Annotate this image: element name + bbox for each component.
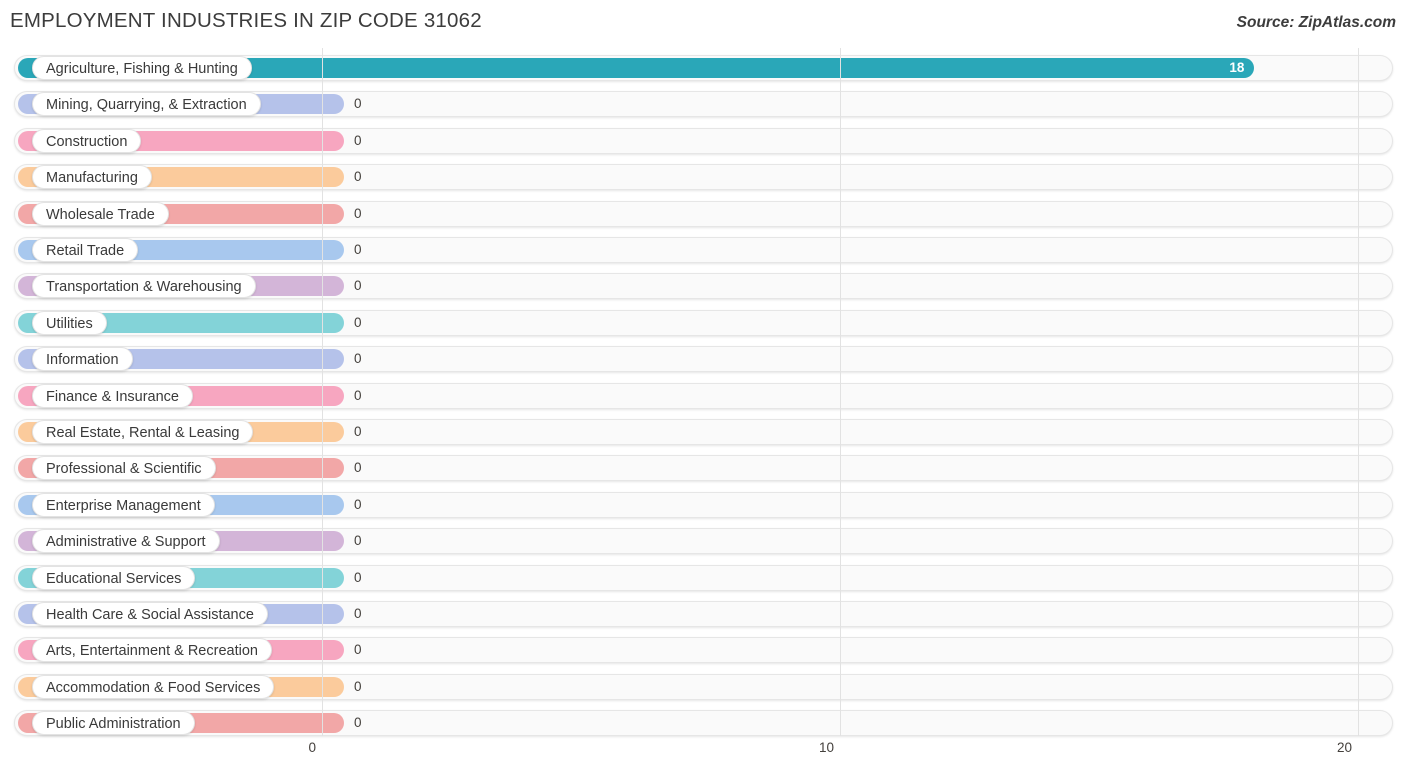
bar-value-label: 0 [354,278,362,294]
bar-value-label: 0 [354,496,362,512]
bar-value-label: 0 [354,569,362,585]
chart-row[interactable]: 0 Mining, Quarrying, & Extraction [14,91,1393,118]
chart-row[interactable]: 0 Professional & Scientific [14,455,1393,482]
bar-value-label: 0 [354,424,362,439]
category-label[interactable]: Arts, Entertainment & Recreation [32,638,272,663]
chart-row[interactable]: 0 Administrative & Support [14,528,1393,555]
category-label[interactable]: Mining, Quarrying, & Extraction [32,92,261,117]
category-label[interactable]: Agriculture, Fishing & Hunting [32,56,252,80]
bar-value-label: 0 [354,242,362,257]
x-axis-tick-label: 10 [818,740,834,755]
chart-row[interactable]: 0 Utilities [14,309,1393,336]
x-axis-tick-label: 20 [1336,740,1352,755]
category-label[interactable]: Real Estate, Rental & Leasing [32,420,254,444]
bar-value-label: 0 [354,169,362,185]
chart-row[interactable]: 0 Wholesale Trade [14,200,1393,227]
bar-value-label: 0 [354,351,362,367]
chart-row[interactable]: 18 Agriculture, Fishing & Hunting [14,55,1393,81]
bar-value-label: 0 [354,314,362,330]
category-label[interactable]: Retail Trade [32,238,139,262]
chart-row[interactable]: 0 Real Estate, Rental & Leasing [14,419,1393,445]
bar-value-label: 0 [354,205,362,221]
category-label[interactable]: Health Care & Social Assistance [32,602,268,626]
bar-value-label: 18 [1229,60,1245,75]
category-label[interactable]: Transportation & Warehousing [32,274,256,299]
gridline [840,48,841,736]
gridline [322,48,323,736]
plot-area: 18 Agriculture, Fishing & Hunting 0 Mining,… [0,48,1406,737]
chart-row[interactable]: 0 Construction [14,127,1393,154]
category-label[interactable]: Construction [32,128,142,153]
chart-row[interactable]: 0 Enterprise Management [14,491,1393,518]
bar-value-label: 0 [354,96,362,112]
chart-row[interactable]: 0 Public Administration [14,710,1393,737]
category-label[interactable]: Accommodation & Food Services [32,674,275,699]
chart-row[interactable]: 0 Health Care & Social Assistance [14,601,1393,627]
category-label[interactable]: Wholesale Trade [32,201,169,226]
category-label[interactable]: Administrative & Support [32,529,220,554]
category-label[interactable]: Enterprise Management [32,492,215,517]
page-title: EMPLOYMENT INDUSTRIES IN ZIP CODE 31062 [10,9,482,32]
chart-row[interactable]: 0 Manufacturing [14,164,1393,191]
category-label[interactable]: Finance & Insurance [32,383,193,408]
bar-value-label: 0 [354,460,362,476]
bar-value-label: 0 [354,387,362,403]
source-attribution: Source: ZipAtlas.com [1236,14,1396,31]
chart-row[interactable]: 0 Transportation & Warehousing [14,273,1393,300]
category-label[interactable]: Information [32,347,133,372]
category-label[interactable]: Professional & Scientific [32,456,216,481]
bar-value-label: 0 [354,715,362,731]
category-label[interactable]: Public Administration [32,711,195,736]
bar-value-label: 0 [354,606,362,621]
bar-value-label: 0 [354,132,362,148]
category-label[interactable]: Utilities [32,310,107,335]
chart-container: EMPLOYMENT INDUSTRIES IN ZIP CODE 31062 … [0,0,1406,776]
x-axis-tick-label: 0 [308,740,316,755]
chart-row[interactable]: 0 Educational Services [14,564,1393,591]
bar-value-label: 0 [354,678,362,694]
category-label[interactable]: Educational Services [32,565,196,590]
gridline [1358,48,1359,736]
bar-value-label: 0 [354,533,362,549]
chart-row[interactable]: 0 Finance & Insurance [14,382,1393,409]
chart-row[interactable]: 0 Accommodation & Food Services [14,673,1393,700]
chart-row[interactable]: 0 Arts, Entertainment & Recreation [14,637,1393,664]
chart-row[interactable]: 0 Retail Trade [14,237,1393,263]
chart-row[interactable]: 0 Information [14,346,1393,373]
category-label[interactable]: Manufacturing [32,165,152,190]
bar-value-label: 0 [354,642,362,658]
